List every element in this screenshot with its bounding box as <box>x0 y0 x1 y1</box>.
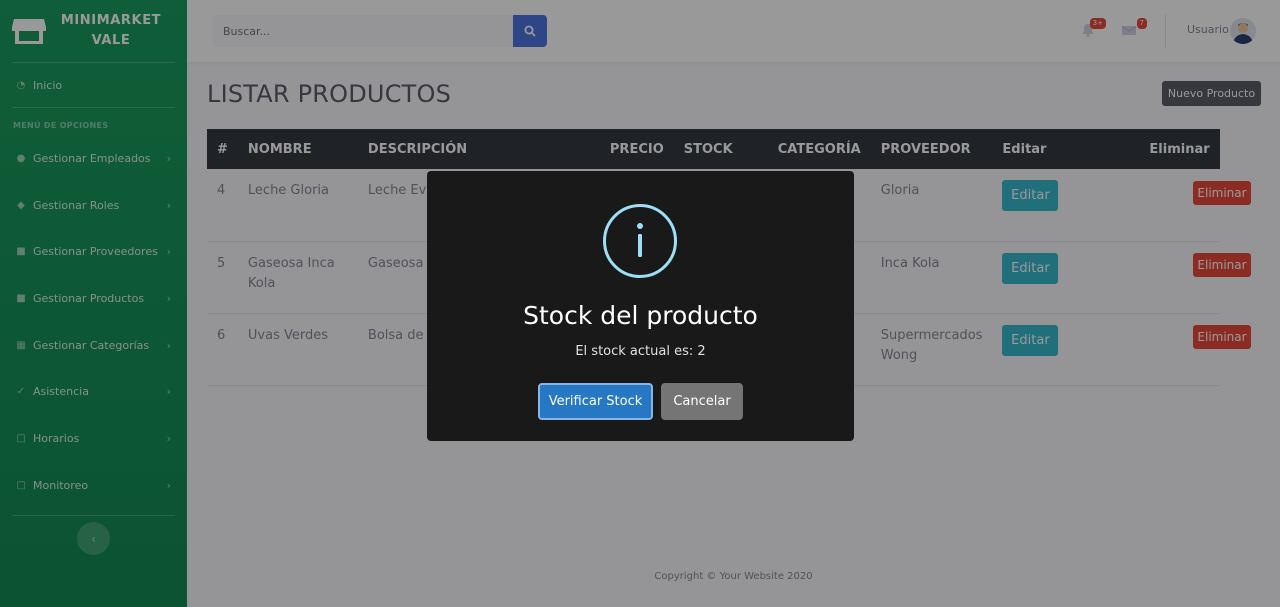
info-icon <box>603 204 677 278</box>
verify-stock-button[interactable]: Verificar Stock <box>538 383 653 420</box>
stock-dialog: Stock del producto El stock actual es: 2… <box>427 171 854 441</box>
cancel-button[interactable]: Cancelar <box>661 383 743 420</box>
modal-text: El stock actual es: 2 <box>575 344 706 359</box>
modal-title: Stock del producto <box>523 301 758 330</box>
